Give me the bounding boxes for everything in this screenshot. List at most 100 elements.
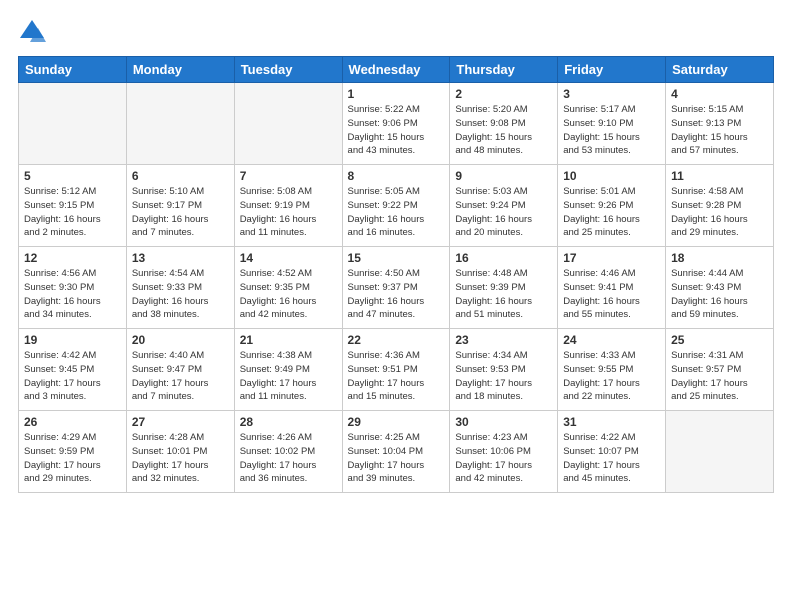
day-number: 26	[24, 415, 121, 429]
day-cell: 8Sunrise: 5:05 AM Sunset: 9:22 PM Daylig…	[342, 165, 450, 247]
day-info: Sunrise: 4:58 AM Sunset: 9:28 PM Dayligh…	[671, 185, 768, 240]
header-row: SundayMondayTuesdayWednesdayThursdayFrid…	[19, 57, 774, 83]
day-number: 14	[240, 251, 337, 265]
day-cell: 2 Sunrise: 5:20 AM Sunset: 9:08 PM Daylig…	[450, 83, 558, 165]
day-cell: 17 Sunrise: 4:46 AM Sunset: 9:41 PM Dayli…	[558, 247, 666, 329]
day-info: Sunrise: 4:46 AM Sunset: 9:41 PM Dayligh…	[563, 267, 660, 322]
day-cell	[666, 411, 774, 493]
week-row-1: 1 Sunrise: 5:22 AM Sunset: 9:06 PM Daylig…	[19, 83, 774, 165]
col-header-sunday: Sunday	[19, 57, 127, 83]
day-number: 20	[132, 333, 229, 347]
day-info: Sunrise: 5:10 AM Sunset: 9:17 PM Dayligh…	[132, 185, 229, 240]
day-number: 2	[455, 87, 552, 101]
day-info: Sunrise: 4:33 AM Sunset: 9:55 PM Dayligh…	[563, 349, 660, 404]
day-number: 19	[24, 333, 121, 347]
day-cell: 5 Sunrise: 5:12 AM Sunset: 9:15 PM Daylig…	[19, 165, 127, 247]
day-number: 24	[563, 333, 660, 347]
day-info: Sunrise: 4:22 AM Sunset: 10:07 PM Daylig…	[563, 431, 660, 486]
day-cell: 19 Sunrise: 4:42 AM Sunset: 9:45 PM Dayli…	[19, 329, 127, 411]
day-cell: 9 Sunrise: 5:03 AM Sunset: 9:24 PM Daylig…	[450, 165, 558, 247]
day-info: Sunrise: 5:12 AM Sunset: 9:15 PM Dayligh…	[24, 185, 121, 240]
day-info: Sunrise: 4:25 AM Sunset: 10:04 PM Daylig…	[348, 431, 445, 486]
col-header-monday: Monday	[126, 57, 234, 83]
day-info: Sunrise: 4:56 AM Sunset: 9:30 PM Dayligh…	[24, 267, 121, 322]
day-cell: 10Sunrise: 5:01 AM Sunset: 9:26 PM Dayli…	[558, 165, 666, 247]
header	[18, 18, 774, 46]
col-header-thursday: Thursday	[450, 57, 558, 83]
day-number: 17	[563, 251, 660, 265]
day-cell: 1 Sunrise: 5:22 AM Sunset: 9:06 PM Daylig…	[342, 83, 450, 165]
day-cell: 15Sunrise: 4:50 AM Sunset: 9:37 PM Dayli…	[342, 247, 450, 329]
day-info: Sunrise: 5:20 AM Sunset: 9:08 PM Dayligh…	[455, 103, 552, 158]
day-number: 4	[671, 87, 768, 101]
day-cell: 28Sunrise: 4:26 AM Sunset: 10:02 PM Dayl…	[234, 411, 342, 493]
day-info: Sunrise: 4:50 AM Sunset: 9:37 PM Dayligh…	[348, 267, 445, 322]
week-row-2: 5 Sunrise: 5:12 AM Sunset: 9:15 PM Daylig…	[19, 165, 774, 247]
day-info: Sunrise: 4:36 AM Sunset: 9:51 PM Dayligh…	[348, 349, 445, 404]
col-header-wednesday: Wednesday	[342, 57, 450, 83]
day-cell: 16 Sunrise: 4:48 AM Sunset: 9:39 PM Dayli…	[450, 247, 558, 329]
day-cell: 30 Sunrise: 4:23 AM Sunset: 10:06 PM Dayl…	[450, 411, 558, 493]
col-header-saturday: Saturday	[666, 57, 774, 83]
day-info: Sunrise: 5:03 AM Sunset: 9:24 PM Dayligh…	[455, 185, 552, 240]
day-cell: 7 Sunrise: 5:08 AM Sunset: 9:19 PM Daylig…	[234, 165, 342, 247]
day-cell: 24 Sunrise: 4:33 AM Sunset: 9:55 PM Dayli…	[558, 329, 666, 411]
day-number: 6	[132, 169, 229, 183]
day-number: 31	[563, 415, 660, 429]
day-cell: 26Sunrise: 4:29 AM Sunset: 9:59 PM Dayli…	[19, 411, 127, 493]
logo-icon	[18, 18, 46, 46]
day-cell	[234, 83, 342, 165]
day-number: 5	[24, 169, 121, 183]
day-info: Sunrise: 4:52 AM Sunset: 9:35 PM Dayligh…	[240, 267, 337, 322]
day-number: 18	[671, 251, 768, 265]
page: SundayMondayTuesdayWednesdayThursdayFrid…	[0, 0, 792, 505]
col-header-friday: Friday	[558, 57, 666, 83]
day-info: Sunrise: 5:17 AM Sunset: 9:10 PM Dayligh…	[563, 103, 660, 158]
logo	[18, 18, 50, 46]
day-number: 25	[671, 333, 768, 347]
day-number: 7	[240, 169, 337, 183]
day-info: Sunrise: 5:08 AM Sunset: 9:19 PM Dayligh…	[240, 185, 337, 240]
week-row-3: 12 Sunrise: 4:56 AM Sunset: 9:30 PM Dayli…	[19, 247, 774, 329]
day-number: 8	[348, 169, 445, 183]
day-number: 1	[348, 87, 445, 101]
week-row-4: 19 Sunrise: 4:42 AM Sunset: 9:45 PM Dayli…	[19, 329, 774, 411]
day-info: Sunrise: 4:42 AM Sunset: 9:45 PM Dayligh…	[24, 349, 121, 404]
day-number: 30	[455, 415, 552, 429]
day-number: 11	[671, 169, 768, 183]
day-cell: 27Sunrise: 4:28 AM Sunset: 10:01 PM Dayl…	[126, 411, 234, 493]
day-number: 12	[24, 251, 121, 265]
day-cell: 20 Sunrise: 4:40 AM Sunset: 9:47 PM Dayli…	[126, 329, 234, 411]
day-info: Sunrise: 4:31 AM Sunset: 9:57 PM Dayligh…	[671, 349, 768, 404]
day-info: Sunrise: 4:23 AM Sunset: 10:06 PM Daylig…	[455, 431, 552, 486]
week-row-5: 26Sunrise: 4:29 AM Sunset: 9:59 PM Dayli…	[19, 411, 774, 493]
day-cell: 14 Sunrise: 4:52 AM Sunset: 9:35 PM Dayli…	[234, 247, 342, 329]
day-info: Sunrise: 5:22 AM Sunset: 9:06 PM Dayligh…	[348, 103, 445, 158]
day-number: 21	[240, 333, 337, 347]
day-info: Sunrise: 4:38 AM Sunset: 9:49 PM Dayligh…	[240, 349, 337, 404]
day-number: 9	[455, 169, 552, 183]
day-number: 23	[455, 333, 552, 347]
day-info: Sunrise: 4:34 AM Sunset: 9:53 PM Dayligh…	[455, 349, 552, 404]
day-number: 29	[348, 415, 445, 429]
day-number: 22	[348, 333, 445, 347]
day-cell: 3 Sunrise: 5:17 AM Sunset: 9:10 PM Daylig…	[558, 83, 666, 165]
day-cell: 18 Sunrise: 4:44 AM Sunset: 9:43 PM Dayli…	[666, 247, 774, 329]
day-cell	[19, 83, 127, 165]
day-number: 13	[132, 251, 229, 265]
col-header-tuesday: Tuesday	[234, 57, 342, 83]
day-number: 10	[563, 169, 660, 183]
day-cell: 21 Sunrise: 4:38 AM Sunset: 9:49 PM Dayli…	[234, 329, 342, 411]
day-number: 3	[563, 87, 660, 101]
day-cell: 31 Sunrise: 4:22 AM Sunset: 10:07 PM Dayl…	[558, 411, 666, 493]
day-info: Sunrise: 4:54 AM Sunset: 9:33 PM Dayligh…	[132, 267, 229, 322]
day-info: Sunrise: 5:15 AM Sunset: 9:13 PM Dayligh…	[671, 103, 768, 158]
day-info: Sunrise: 4:26 AM Sunset: 10:02 PM Daylig…	[240, 431, 337, 486]
day-number: 16	[455, 251, 552, 265]
day-info: Sunrise: 4:44 AM Sunset: 9:43 PM Dayligh…	[671, 267, 768, 322]
day-info: Sunrise: 4:40 AM Sunset: 9:47 PM Dayligh…	[132, 349, 229, 404]
day-info: Sunrise: 4:48 AM Sunset: 9:39 PM Dayligh…	[455, 267, 552, 322]
day-info: Sunrise: 4:28 AM Sunset: 10:01 PM Daylig…	[132, 431, 229, 486]
day-cell: 12 Sunrise: 4:56 AM Sunset: 9:30 PM Dayli…	[19, 247, 127, 329]
calendar: SundayMondayTuesdayWednesdayThursdayFrid…	[18, 56, 774, 493]
